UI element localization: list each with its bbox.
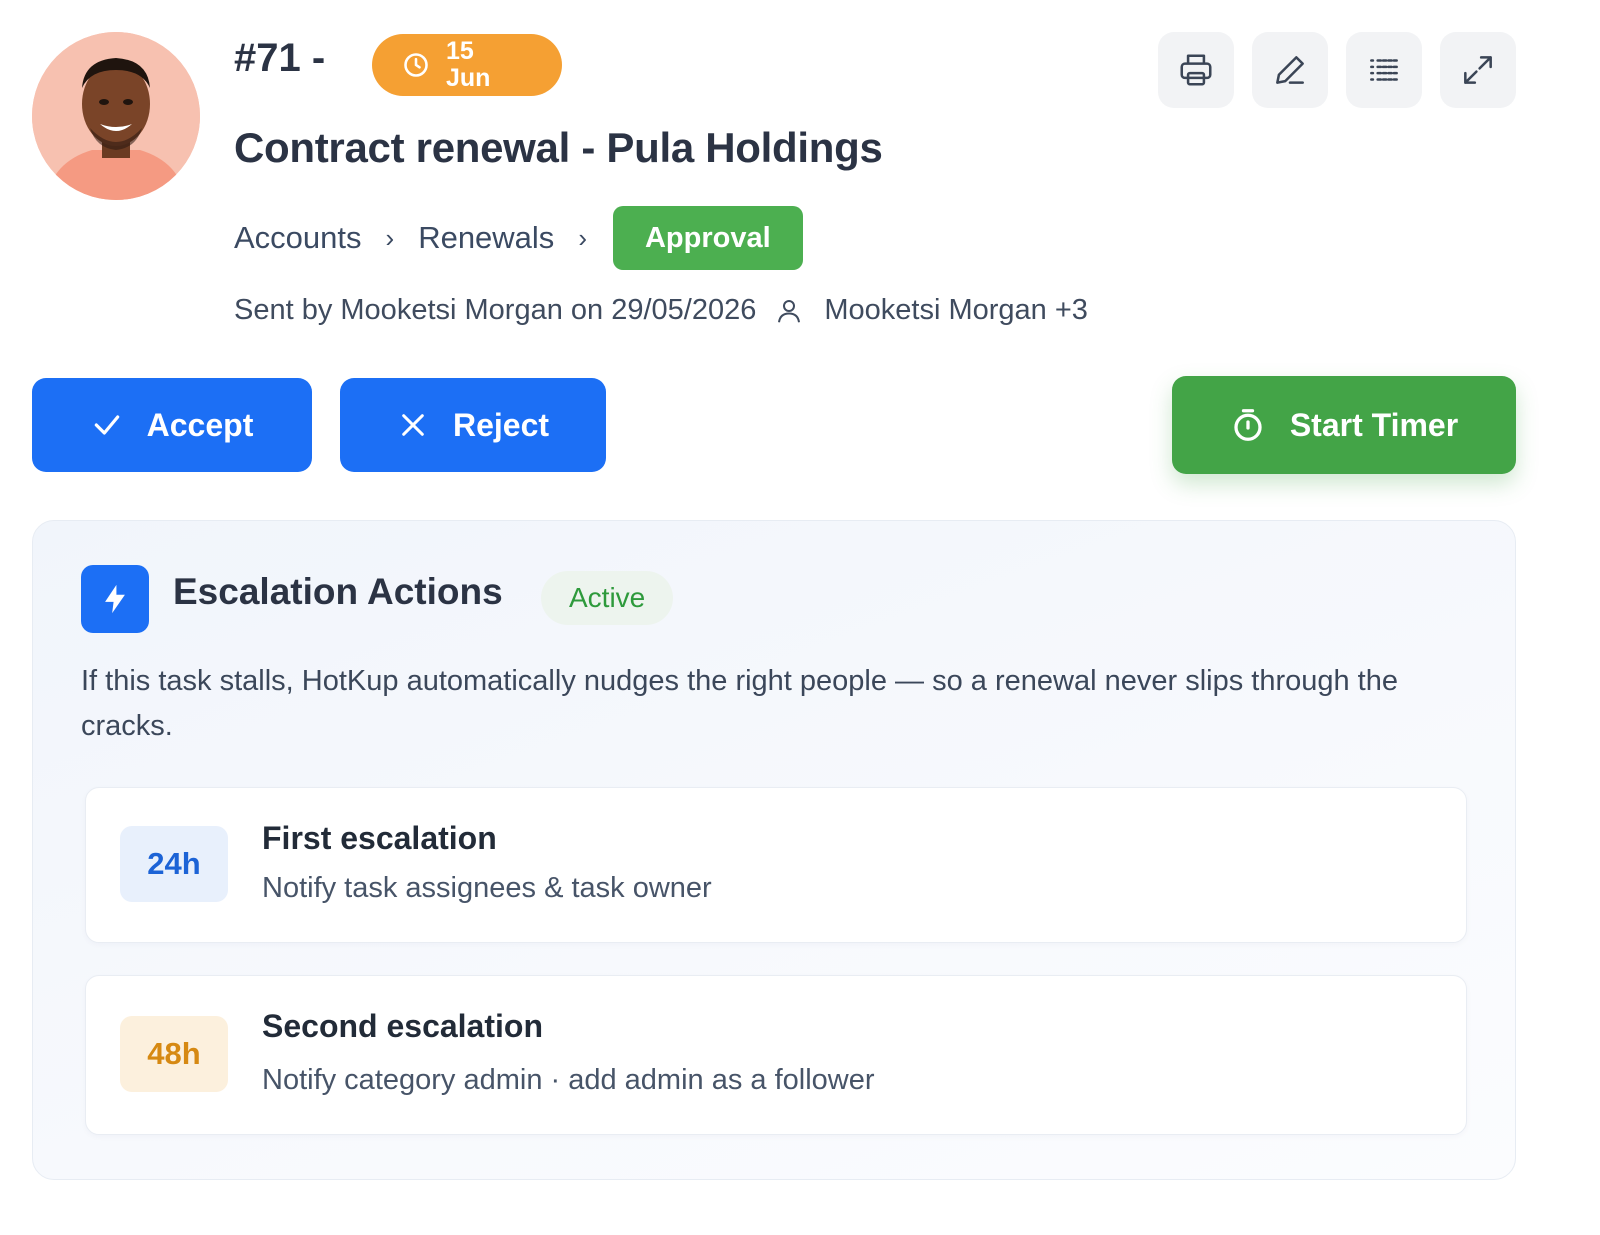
due-day: 15 — [446, 37, 474, 65]
stage-badge[interactable]: Approval — [612, 206, 803, 270]
start-timer-label: Start Timer — [1289, 406, 1459, 443]
avatar — [32, 32, 200, 200]
escalation-delay-badge: 24h — [120, 826, 228, 902]
breadcrumb-accounts[interactable]: Accounts — [234, 220, 362, 256]
breadcrumb-renewals[interactable]: Renewals — [418, 220, 554, 256]
print-button[interactable] — [1158, 32, 1234, 108]
task-id: #71 - — [234, 36, 326, 80]
escalation-description: If this task stalls, HotKup automaticall… — [81, 665, 1398, 742]
chevron-right-icon: › — [385, 222, 395, 253]
accept-label: Accept — [146, 406, 254, 443]
chevron-right-icon: › — [578, 222, 587, 253]
escalation-step-description: Notify category admin · add admin as a f… — [262, 1064, 875, 1096]
due-date-badge: 15 Jun — [372, 34, 562, 96]
task-meta: Sent by Mooketsi Morgan on 29/05/2026 Mo… — [234, 294, 1088, 327]
breadcrumb: Accounts › Renewals › Approval — [234, 206, 803, 270]
escalation-title: Escalation Actions — [173, 571, 503, 612]
expand-button[interactable] — [1440, 32, 1516, 108]
escalation-step-title: Second escalation — [262, 1008, 543, 1044]
escalation-step-title: First escalation — [262, 820, 497, 856]
lightning-bolt-icon — [105, 584, 125, 614]
check-icon — [94, 415, 119, 435]
escalation-panel: Escalation Actions Active If this task s… — [32, 520, 1516, 1180]
list-icon — [1370, 59, 1398, 81]
start-timer-button[interactable]: Start Timer — [1172, 376, 1516, 474]
reject-label: Reject — [452, 406, 550, 443]
clock-icon — [404, 53, 428, 77]
status-badge: Active — [541, 571, 674, 625]
escalation-step-description: Notify task assignees & task owner — [262, 872, 712, 904]
page-title: Contract renewal - Pula Holdings — [234, 124, 883, 171]
due-month: Jun — [446, 64, 491, 92]
escalation-step[interactable]: 24h First escalation Notify task assigne… — [85, 787, 1467, 943]
expand-icon — [1464, 56, 1492, 84]
sent-by-text: Sent by Mooketsi Morgan on 29/05/2026 — [234, 294, 757, 326]
reject-button[interactable]: Reject — [340, 378, 606, 472]
bolt-tile — [81, 565, 149, 633]
printer-icon — [1180, 54, 1212, 86]
edit-button[interactable] — [1252, 32, 1328, 108]
close-icon — [402, 414, 424, 436]
stopwatch-icon — [1234, 409, 1262, 441]
avatar-image — [32, 32, 200, 200]
escalation-delay-badge: 48h — [120, 1016, 228, 1092]
list-view-button[interactable] — [1346, 32, 1422, 108]
assignees-text[interactable]: Mooketsi Morgan +3 — [824, 294, 1088, 327]
escalation-step[interactable]: 48h Second escalation Notify category ad… — [85, 975, 1467, 1135]
person-icon — [778, 299, 801, 322]
accept-button[interactable]: Accept — [32, 378, 312, 472]
due-date-text: 15 Jun — [446, 38, 490, 92]
pencil-icon — [1276, 56, 1304, 84]
toolbar — [1158, 32, 1516, 108]
